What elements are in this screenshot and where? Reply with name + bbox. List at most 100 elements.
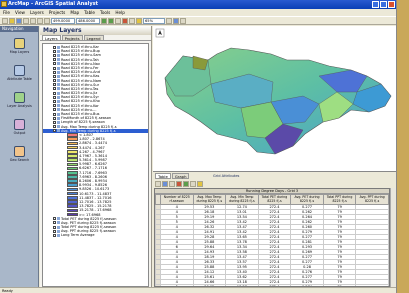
table-icon bbox=[14, 64, 25, 76]
column-header[interactable]: Avg. Max Temp during 8225 f(-s bbox=[192, 194, 227, 205]
grid-filter-icon[interactable] bbox=[190, 180, 196, 187]
layer-checkbox[interactable] bbox=[53, 62, 56, 66]
coord-y-field[interactable]: 486.0000 bbox=[76, 17, 100, 24]
zoom-out-icon[interactable] bbox=[108, 17, 114, 24]
open-folder-icon[interactable] bbox=[9, 17, 15, 24]
coord-x-field[interactable]: 499.0000 bbox=[51, 17, 75, 24]
layer-checkbox[interactable] bbox=[53, 221, 56, 225]
layer-row[interactable]: Long Term Average bbox=[43, 233, 148, 237]
print-icon[interactable] bbox=[23, 17, 29, 24]
menu-view[interactable]: View bbox=[15, 9, 25, 16]
pan-icon[interactable] bbox=[115, 17, 121, 24]
cut-icon[interactable] bbox=[30, 17, 36, 24]
map-view[interactable] bbox=[153, 26, 396, 172]
layer-checkbox[interactable] bbox=[53, 70, 56, 74]
menu-layers[interactable]: Layers bbox=[30, 9, 44, 16]
scale-select[interactable]: 65% bbox=[143, 17, 165, 24]
layer-icon bbox=[57, 125, 60, 129]
measure-icon[interactable] bbox=[166, 17, 172, 24]
layer-checkbox[interactable] bbox=[53, 100, 56, 104]
tab-graph[interactable]: Graph bbox=[171, 173, 190, 179]
layer-icon bbox=[57, 120, 60, 124]
layer-checkbox[interactable] bbox=[53, 225, 56, 229]
map-canvas[interactable] bbox=[153, 26, 397, 172]
nav-label: Geo Search bbox=[9, 157, 30, 162]
column-header[interactable]: Total PET during 8225 f(-s bbox=[257, 194, 292, 205]
nav-item-attribute-table[interactable]: Attribute Table bbox=[0, 59, 39, 86]
nav-item-geo-search[interactable]: Geo Search bbox=[0, 140, 39, 167]
column-header[interactable]: Avg. Min Temp during 8225 f(-s bbox=[225, 194, 259, 205]
menu-table[interactable]: Table bbox=[84, 9, 95, 16]
nav-item-map-layers[interactable]: Map Layers bbox=[0, 32, 39, 59]
layer-checkbox[interactable] bbox=[53, 83, 56, 87]
column-header[interactable]: Total PPT during 8225 f(-s bbox=[322, 194, 357, 205]
layer-tree[interactable]: Road 8225 rf-thru-Kar Road 8225 rf-thru-B… bbox=[42, 43, 149, 287]
select-icon[interactable] bbox=[129, 17, 135, 24]
layer-checkbox[interactable] bbox=[53, 112, 56, 116]
app-icon bbox=[1, 1, 7, 7]
layer-checkbox[interactable] bbox=[53, 120, 56, 124]
menu-map[interactable]: Map bbox=[70, 9, 79, 16]
layer-icon bbox=[57, 62, 60, 66]
menu-help[interactable]: Help bbox=[115, 9, 125, 16]
layer-checkbox[interactable] bbox=[53, 49, 56, 53]
zoom-in-icon[interactable] bbox=[101, 17, 107, 24]
legend-swatch bbox=[67, 145, 78, 150]
layer-checkbox[interactable] bbox=[53, 129, 56, 133]
nav-item-output[interactable]: Output bbox=[0, 113, 39, 140]
new-icon[interactable] bbox=[2, 17, 8, 24]
layer-checkbox[interactable] bbox=[53, 53, 56, 57]
identify-icon[interactable] bbox=[122, 17, 128, 24]
nav-label: Attribute Table bbox=[7, 76, 32, 81]
layer-checkbox[interactable] bbox=[53, 74, 56, 78]
layer-checkbox[interactable] bbox=[53, 116, 56, 120]
maximize-button[interactable] bbox=[380, 1, 387, 8]
tab-projects[interactable]: Projects bbox=[61, 35, 83, 41]
column-header[interactable]: Number of 8225 rf-season bbox=[160, 194, 194, 205]
data-table: Number of 8225 rf-season Avg. Max Temp d… bbox=[155, 194, 389, 286]
layer-checkbox[interactable] bbox=[53, 95, 56, 99]
paste-icon[interactable] bbox=[44, 17, 50, 24]
layer-checkbox[interactable] bbox=[53, 217, 56, 221]
tab-layers[interactable]: Layers bbox=[42, 35, 61, 41]
layer-checkbox[interactable] bbox=[53, 45, 56, 49]
column-header[interactable]: Avg. PPT during 8225 f(-s bbox=[355, 194, 389, 205]
grid-chart-icon[interactable] bbox=[197, 180, 203, 187]
grid-vertical-scrollbar[interactable] bbox=[390, 188, 396, 287]
layer-icon bbox=[57, 108, 60, 112]
menu-file[interactable]: File bbox=[3, 9, 10, 16]
legend-swatch bbox=[67, 137, 78, 142]
close-button[interactable] bbox=[388, 1, 395, 8]
tab-table[interactable]: Table bbox=[155, 173, 171, 179]
grid-record-icon[interactable] bbox=[176, 180, 182, 187]
nav-label: Output bbox=[13, 130, 26, 135]
save-icon[interactable] bbox=[16, 17, 22, 24]
layer-checkbox[interactable] bbox=[53, 125, 56, 129]
menu-tools[interactable]: Tools bbox=[100, 9, 110, 16]
layout-icon[interactable] bbox=[180, 17, 186, 24]
layer-checkbox[interactable] bbox=[53, 79, 56, 83]
grid-save-icon[interactable] bbox=[162, 180, 168, 187]
grid-tabs: Table Graph bbox=[153, 173, 396, 179]
grid-play-icon[interactable] bbox=[183, 180, 189, 187]
layer-checkbox[interactable] bbox=[53, 108, 56, 112]
layer-checkbox[interactable] bbox=[53, 58, 56, 62]
full-extent-icon[interactable] bbox=[136, 17, 142, 24]
minimize-button[interactable] bbox=[372, 1, 379, 8]
legend-swatch bbox=[67, 141, 78, 146]
layer-checkbox[interactable] bbox=[53, 229, 56, 233]
column-header[interactable]: Avg. PET during 8225 f(-s bbox=[290, 194, 324, 205]
layer-checkbox[interactable] bbox=[53, 234, 56, 238]
grid-print-icon[interactable] bbox=[155, 180, 161, 187]
grid-copy-icon[interactable] bbox=[169, 180, 175, 187]
layer-checkbox[interactable] bbox=[53, 87, 56, 91]
nav-item-layer-analysis[interactable]: Layer Analysis bbox=[0, 86, 39, 113]
layer-checkbox[interactable] bbox=[53, 104, 56, 108]
menu-projects[interactable]: Projects bbox=[49, 9, 66, 16]
tab-legend[interactable]: Legend bbox=[83, 35, 104, 41]
layer-checkbox[interactable] bbox=[53, 66, 56, 70]
copy-icon[interactable] bbox=[37, 17, 43, 24]
search-icon bbox=[14, 145, 25, 157]
layer-checkbox[interactable] bbox=[53, 91, 56, 95]
globe-icon[interactable] bbox=[173, 17, 179, 24]
